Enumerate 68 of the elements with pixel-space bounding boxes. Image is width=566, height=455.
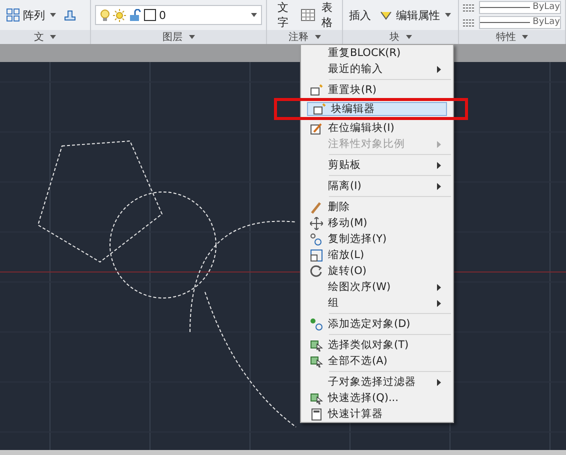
block-icon — [312, 102, 326, 116]
layer-name: 0 — [159, 8, 166, 22]
menu-item[interactable]: 选择类似对象(T) — [303, 337, 451, 353]
sun-icon — [113, 8, 126, 22]
cursor-icon — [310, 392, 322, 404]
pencil-icon — [310, 122, 322, 134]
panel-title[interactable]: 块 — [390, 30, 400, 44]
panel-title[interactable]: 图层 — [162, 30, 182, 44]
menu-item[interactable]: 最近的输入 — [303, 61, 451, 77]
submenu-arrow-icon — [437, 378, 441, 386]
submenu-arrow-icon — [437, 66, 441, 72]
submenu-arrow-icon — [437, 182, 441, 190]
menu-item[interactable]: 复制选择(Y) — [303, 231, 451, 247]
menu-item[interactable]: 移动(M) — [303, 215, 451, 231]
table-button[interactable]: 表格 — [298, 0, 338, 30]
caret-icon — [188, 35, 194, 39]
menu-item[interactable]: 子对象选择过滤器 — [303, 374, 451, 390]
table-icon — [300, 9, 315, 21]
submenu-arrow-icon — [437, 162, 441, 168]
submenu-arrow-icon — [437, 300, 441, 306]
submenu-arrow-icon — [437, 140, 441, 148]
linetype-icon — [463, 18, 475, 28]
light-bulb-icon — [100, 8, 110, 22]
add-object-icon — [310, 318, 322, 330]
property-dropdown[interactable]: ByLay — [479, 1, 561, 14]
menu-item[interactable]: 剪贴板 — [303, 157, 451, 173]
cursor-icon — [310, 338, 322, 352]
menu-item[interactable]: 快速选择(Q)... — [303, 390, 451, 406]
caret-icon — [251, 13, 257, 17]
caret-icon — [50, 35, 56, 39]
layer-dropdown[interactable]: 0 — [95, 5, 262, 25]
scale-icon — [310, 248, 322, 262]
menu-item[interactable]: 旋转(O) — [303, 263, 451, 279]
menu-item[interactable]: 重置块(R) — [303, 82, 451, 98]
menu-item[interactable]: 隔离(I) — [303, 178, 451, 194]
brush-icon — [310, 200, 322, 214]
move-icon — [310, 216, 322, 230]
menu-item[interactable]: 绘图次序(W) — [303, 279, 451, 295]
copy-icon — [310, 232, 322, 246]
calculator-icon — [310, 408, 322, 420]
block-icon — [310, 84, 322, 96]
edit-attributes-button[interactable]: 编辑属性 — [377, 8, 453, 22]
rotate-icon — [310, 264, 322, 278]
panel-title[interactable]: 特性 — [496, 30, 516, 44]
property-dropdown[interactable]: ByLay — [479, 16, 561, 29]
menu-item[interactable]: 全部不选(A) — [303, 353, 451, 369]
menu-item[interactable]: 缩放(L) — [303, 247, 451, 263]
array-button[interactable]: 阵列 — [4, 8, 58, 22]
menu-item[interactable]: 添加选定对象(D) — [303, 316, 451, 332]
menu-item[interactable]: 组 — [303, 295, 451, 311]
caret-icon — [522, 35, 528, 39]
menu-item[interactable]: 快速计算器 — [303, 406, 451, 422]
insert-button[interactable]: 插入 — [347, 8, 373, 22]
grid-icon — [6, 8, 20, 22]
linetype-icon — [463, 2, 475, 12]
padlock-icon — [129, 8, 141, 22]
menu-item[interactable]: 重复BLOCK(R) — [303, 45, 451, 61]
color-swatch — [144, 9, 156, 21]
text-button[interactable]: 文字 — [271, 0, 295, 30]
caret-icon — [314, 35, 320, 39]
menu-item[interactable]: 在位编辑块(I) — [303, 120, 451, 136]
cursor-icon — [310, 354, 322, 368]
menu-item[interactable]: 删除 — [303, 199, 451, 215]
submenu-arrow-icon — [437, 284, 441, 290]
caret-icon — [445, 13, 451, 17]
panel-title[interactable]: 文 — [34, 30, 44, 44]
caret-icon — [50, 13, 56, 17]
caret-icon — [406, 35, 412, 39]
